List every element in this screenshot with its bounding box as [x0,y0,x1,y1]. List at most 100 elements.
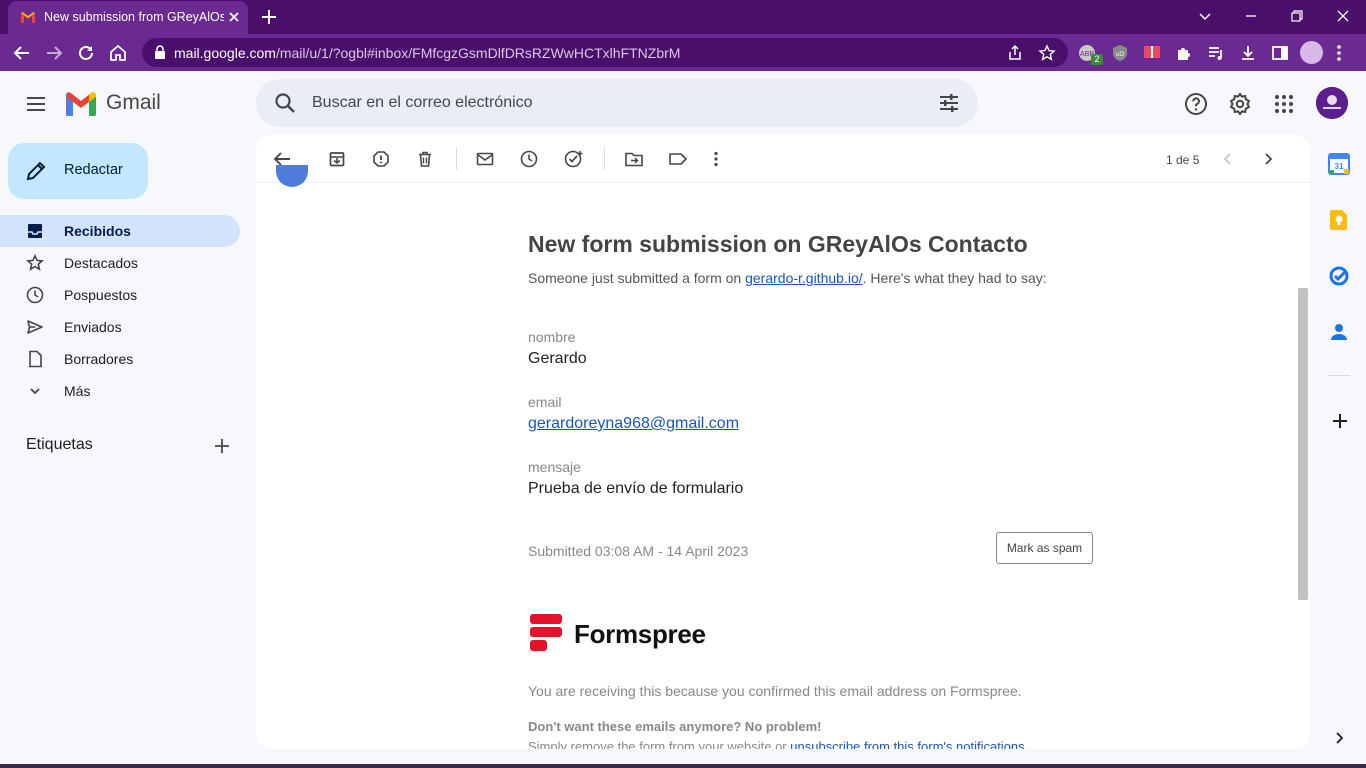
field-value-mensaje: Prueba de envío de formulario [528,480,744,497]
field-value-email: gerardoreyna968@gmail.com [528,415,739,433]
tab-close-icon[interactable] [226,9,242,25]
download-icon[interactable] [1239,44,1257,62]
url-path: /mail/u/1/?ogbl#inbox/FMfcgzGsmDlfDRsRZW… [275,45,681,61]
gmail-logo-icon[interactable] [64,90,98,116]
compose-button[interactable]: Redactar [8,143,148,199]
mail-search-bar [256,79,978,127]
inbox-icon [26,222,44,240]
unsubscribe-prefix: Simply remove the form from your website… [528,739,791,749]
browser-tab[interactable]: New submission from GReyAlOs [8,1,248,34]
address-bar[interactable]: mail.google.com/mail/u/1/?ogbl#inbox/FMf… [142,38,1068,67]
keep-app-icon[interactable] [1328,209,1350,231]
message-scrollbar[interactable] [1298,288,1308,600]
tab-title: New submission from GReyAlOs [44,10,224,24]
nav-item-sent[interactable]: Enviados [0,311,240,343]
ublock-shield-icon[interactable]: uO [1112,44,1128,62]
label-tag-icon[interactable] [668,150,688,168]
clock-icon [26,286,44,304]
minimize-icon[interactable] [1243,8,1259,24]
add-label-plus-icon[interactable] [213,437,231,455]
nav-item-label: Destacados [64,255,138,271]
snooze-clock-icon[interactable] [520,150,538,168]
svg-text:31: 31 [1335,162,1344,171]
url-text[interactable]: mail.google.com/mail/u/1/?ogbl#inbox/FMf… [174,45,680,61]
field-value-nombre: Gerardo [528,350,587,367]
nav-item-starred[interactable]: Destacados [0,247,240,279]
get-addons-plus-icon[interactable] [1331,412,1349,430]
extensions-puzzle-icon[interactable] [1175,44,1193,62]
browser-profile-avatar[interactable] [1300,41,1323,64]
delete-trash-icon[interactable] [416,150,434,168]
share-icon[interactable] [1006,44,1024,62]
nav-item-drafts[interactable]: Borradores [0,343,240,375]
lock-icon[interactable] [154,45,166,59]
os-taskbar-edge [0,764,1366,768]
email-heading: New form submission on GReyAlOs Contacto [528,231,1028,257]
browser-toolbar: mail.google.com/mail/u/1/?ogbl#inbox/FMf… [0,34,1366,71]
back-arrow-icon[interactable] [12,43,32,63]
media-queue-icon[interactable] [1207,44,1225,62]
draft-icon [26,350,44,368]
settings-gear-icon[interactable] [1228,92,1252,116]
main-menu-icon[interactable] [24,92,48,116]
contacts-app-icon[interactable] [1328,321,1350,343]
move-to-folder-icon[interactable] [624,150,644,168]
tab-search-chevron-icon[interactable] [1197,8,1213,24]
sender-avatar[interactable] [276,165,308,187]
account-avatar[interactable] [1316,87,1348,119]
nav-item-snoozed[interactable]: Pospuestos [0,279,240,311]
field-label-mensaje: mensaje [528,459,581,475]
compose-label: Redactar [64,162,123,178]
email-intro: Someone just submitted a form on gerardo… [528,270,1047,286]
search-options-icon[interactable] [938,93,960,113]
tasks-app-icon[interactable] [1328,265,1350,287]
mark-as-spam-button[interactable]: Mark as spam [996,532,1093,564]
archive-icon[interactable] [328,150,346,168]
bookmark-star-icon[interactable] [1038,44,1056,62]
site-link[interactable]: gerardo-r.github.io/ [745,270,863,286]
home-icon[interactable] [108,43,128,63]
svg-text:uO: uO [1116,52,1124,58]
reader-extension-icon[interactable] [1143,44,1161,60]
help-icon[interactable] [1184,92,1208,116]
mark-unread-icon[interactable] [476,150,494,168]
url-host: mail.google.com [174,45,276,61]
calendar-app-icon[interactable]: 31 [1328,153,1350,175]
reload-icon[interactable] [76,43,96,63]
search-input[interactable] [312,79,912,127]
message-view: 1 de 5 New form submission on GReyAlOs C… [256,135,1310,749]
older-chevron-left-icon[interactable] [1220,150,1236,168]
toolbar-divider [604,148,605,170]
formspree-logo-icon [528,614,564,652]
intro-text: Someone just submitted a form on [528,270,746,286]
restore-icon[interactable] [1289,8,1305,24]
google-apps-grid-icon[interactable] [1272,92,1296,116]
search-icon[interactable] [274,92,296,114]
send-icon [26,318,44,336]
field-label-email: email [528,394,562,410]
report-spam-icon[interactable] [372,150,390,168]
forward-arrow-icon[interactable] [44,43,64,63]
side-panel-icon[interactable] [1271,44,1289,62]
formspree-wordmark: Formspree [574,619,706,649]
gmail-wordmark[interactable]: Gmail [106,91,161,115]
chevron-down-icon [26,382,44,400]
email-address-link[interactable]: gerardoreyna968@gmail.com [528,415,739,432]
more-options-icon[interactable] [708,150,724,168]
newer-chevron-right-icon[interactable] [1260,150,1276,168]
field-label-nombre: nombre [528,329,576,345]
browser-menu-icon[interactable] [1330,43,1348,63]
gmail-favicon-icon [20,11,36,23]
pagination-count: 1 de 5 [1166,153,1200,167]
unsubscribe-text: Simply remove the form from your website… [528,739,1025,749]
labels-heading: Etiquetas [26,436,93,453]
add-to-tasks-icon[interactable] [564,150,584,168]
nav-item-label: Pospuestos [64,287,138,303]
side-panel-divider [1328,375,1350,376]
unsubscribe-link[interactable]: unsubscribe from this form's notificatio… [790,739,1024,749]
window-close-icon[interactable] [1335,8,1351,24]
nav-item-more[interactable]: Más [0,375,240,407]
nav-item-inbox[interactable]: Recibidos [0,215,240,247]
hide-side-panel-chevron-icon[interactable] [1331,730,1347,746]
new-tab-plus-icon[interactable] [260,8,278,26]
